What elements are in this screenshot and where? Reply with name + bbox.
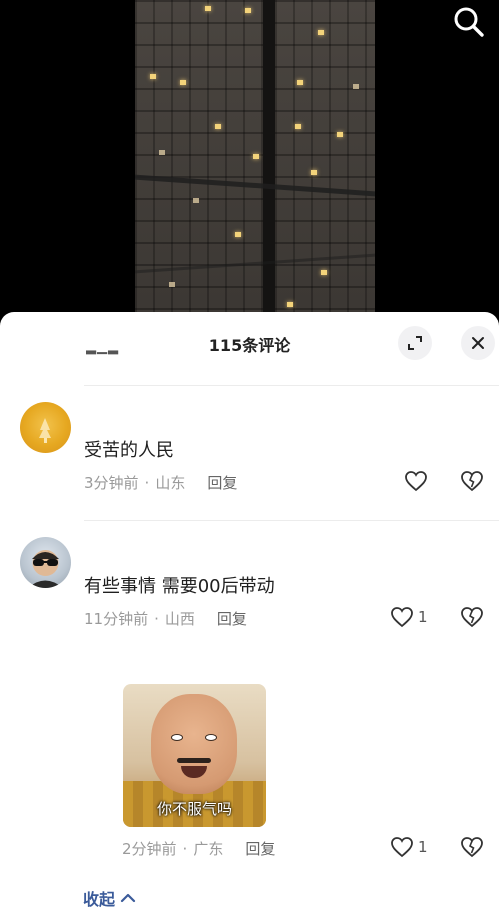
reply-button[interactable]: 回复 — [207, 474, 237, 492]
heart-icon — [405, 471, 427, 492]
tree-logo-icon — [39, 418, 51, 443]
expand-icon — [408, 336, 422, 350]
like-count: 1 — [418, 608, 428, 626]
comment-time: 2分钟前 — [122, 840, 177, 858]
like-button[interactable] — [404, 470, 432, 492]
comment-meta: 11分钟前 · 山西 回复 — [84, 610, 247, 628]
expand-button[interactable] — [398, 326, 432, 360]
broken-heart-icon — [461, 607, 483, 628]
divider — [84, 520, 499, 521]
like-button[interactable]: 1 — [390, 836, 428, 858]
comment-location: 山东 — [155, 474, 186, 492]
comment-text: 受苦的人民 — [84, 440, 174, 461]
search-icon — [454, 7, 484, 37]
avatar[interactable] — [20, 537, 71, 588]
comment-time: 3分钟前 — [84, 474, 139, 492]
comment-meta: 2分钟前 · 广东 回复 — [122, 840, 276, 858]
close-button[interactable] — [461, 326, 495, 360]
dislike-button[interactable] — [460, 470, 484, 492]
like-button[interactable]: 1 — [390, 606, 428, 628]
broken-heart-icon — [461, 471, 483, 492]
comment-text: 有些事情 需要00后带动 — [84, 576, 275, 597]
reply-button[interactable]: 回复 — [217, 610, 247, 628]
image-caption: 你不服气吗 — [156, 800, 232, 818]
comment-sheet: 115条评论 ▂▁▂ 受苦的人民 3分钟前 · 山东 回复 有些事情 需要00后… — [0, 312, 499, 919]
divider — [84, 385, 499, 386]
heart-icon — [391, 837, 413, 858]
building-left — [135, 0, 263, 330]
like-count: 1 — [418, 838, 428, 856]
dislike-button[interactable] — [460, 606, 484, 628]
comment-location: 广东 — [193, 840, 224, 858]
search-button[interactable] — [451, 4, 487, 40]
person-with-sunglasses-icon — [28, 550, 63, 588]
meme-face — [151, 694, 237, 794]
chevron-up-icon — [120, 893, 136, 903]
comment-time: 11分钟前 — [84, 610, 149, 628]
collapse-replies-button[interactable]: 收起 — [83, 886, 137, 910]
building-right — [275, 0, 375, 330]
comment-image[interactable]: 你不服气吗 — [123, 684, 266, 827]
video-frame — [135, 0, 375, 330]
comment-meta: 3分钟前 · 山东 回复 — [84, 474, 238, 492]
close-icon — [472, 337, 484, 349]
reply-button[interactable]: 回复 — [245, 840, 275, 858]
avatar[interactable] — [20, 402, 71, 453]
video-player[interactable] — [0, 0, 499, 330]
comment-location: 山西 — [164, 610, 195, 628]
heart-icon — [391, 607, 413, 628]
dislike-button[interactable] — [460, 836, 484, 858]
collapse-label: 收起 — [83, 890, 116, 909]
broken-heart-icon — [461, 837, 483, 858]
clipped-previous-text: ▂▁▂ — [86, 347, 119, 355]
